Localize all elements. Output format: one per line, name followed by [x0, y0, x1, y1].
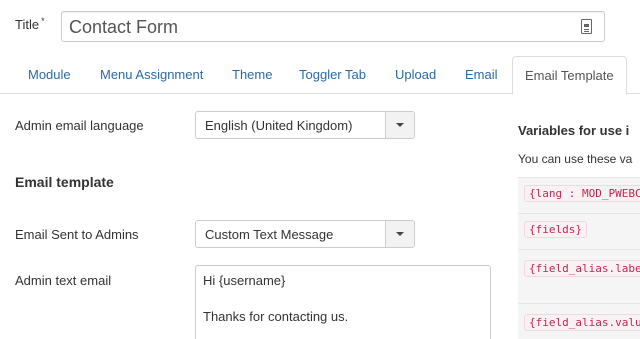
variable-code: {fields}: [524, 221, 587, 238]
email-sent-to-admins-value: Custom Text Message: [205, 227, 334, 242]
admin-text-email-textarea[interactable]: Hi {username} Thanks for contacting us.: [195, 265, 491, 339]
document-icon: [581, 19, 592, 34]
email-sent-to-admins-label: Email Sent to Admins: [15, 227, 139, 242]
tab-theme[interactable]: Theme: [232, 56, 272, 94]
admin-email-language-label: Admin email language: [15, 118, 144, 133]
tab-module[interactable]: Module: [28, 56, 71, 94]
variable-row: {lang : MOD_PWEBC: [518, 177, 640, 213]
variable-code: {lang : MOD_PWEBC: [524, 185, 640, 202]
admin-email-language-value: English (United Kingdom): [205, 118, 353, 133]
tab-email[interactable]: Email: [465, 56, 498, 94]
chevron-down-icon[interactable]: [385, 221, 414, 247]
variable-code: {field_alias.labe: [524, 260, 640, 277]
chevron-down-icon[interactable]: [385, 112, 414, 138]
tab-toggler-tab[interactable]: Toggler Tab: [299, 56, 366, 94]
variable-row: {field_alias.valu: [518, 303, 640, 339]
tab-bar: Module Menu Assignment Theme Toggler Tab…: [0, 56, 640, 95]
tab-menu-assignment[interactable]: Menu Assignment: [100, 56, 203, 94]
variable-code: {field_alias.valu: [524, 314, 640, 331]
textarea-line: Hi {username}: [203, 273, 286, 288]
tab-email-template[interactable]: Email Template: [512, 56, 627, 95]
email-sent-to-admins-select[interactable]: Custom Text Message: [195, 220, 415, 248]
email-template-heading: Email template: [15, 174, 114, 190]
textarea-line: Thanks for contacting us.: [203, 309, 349, 324]
title-input[interactable]: Contact Form: [61, 11, 605, 42]
variables-description: You can use these va: [518, 152, 633, 166]
title-input-value: Contact Form: [69, 17, 179, 37]
variables-heading: Variables for use i: [518, 123, 630, 138]
title-label: Title *: [15, 16, 45, 32]
variable-row: {fields}: [518, 213, 640, 249]
admin-email-language-select[interactable]: English (United Kingdom): [195, 111, 415, 139]
admin-text-email-label: Admin text email: [15, 273, 112, 288]
title-label-text: Title: [15, 17, 40, 32]
variable-row: {field_alias.labe: [518, 249, 640, 303]
tab-upload[interactable]: Upload: [395, 56, 436, 94]
required-mark: *: [41, 16, 45, 26]
